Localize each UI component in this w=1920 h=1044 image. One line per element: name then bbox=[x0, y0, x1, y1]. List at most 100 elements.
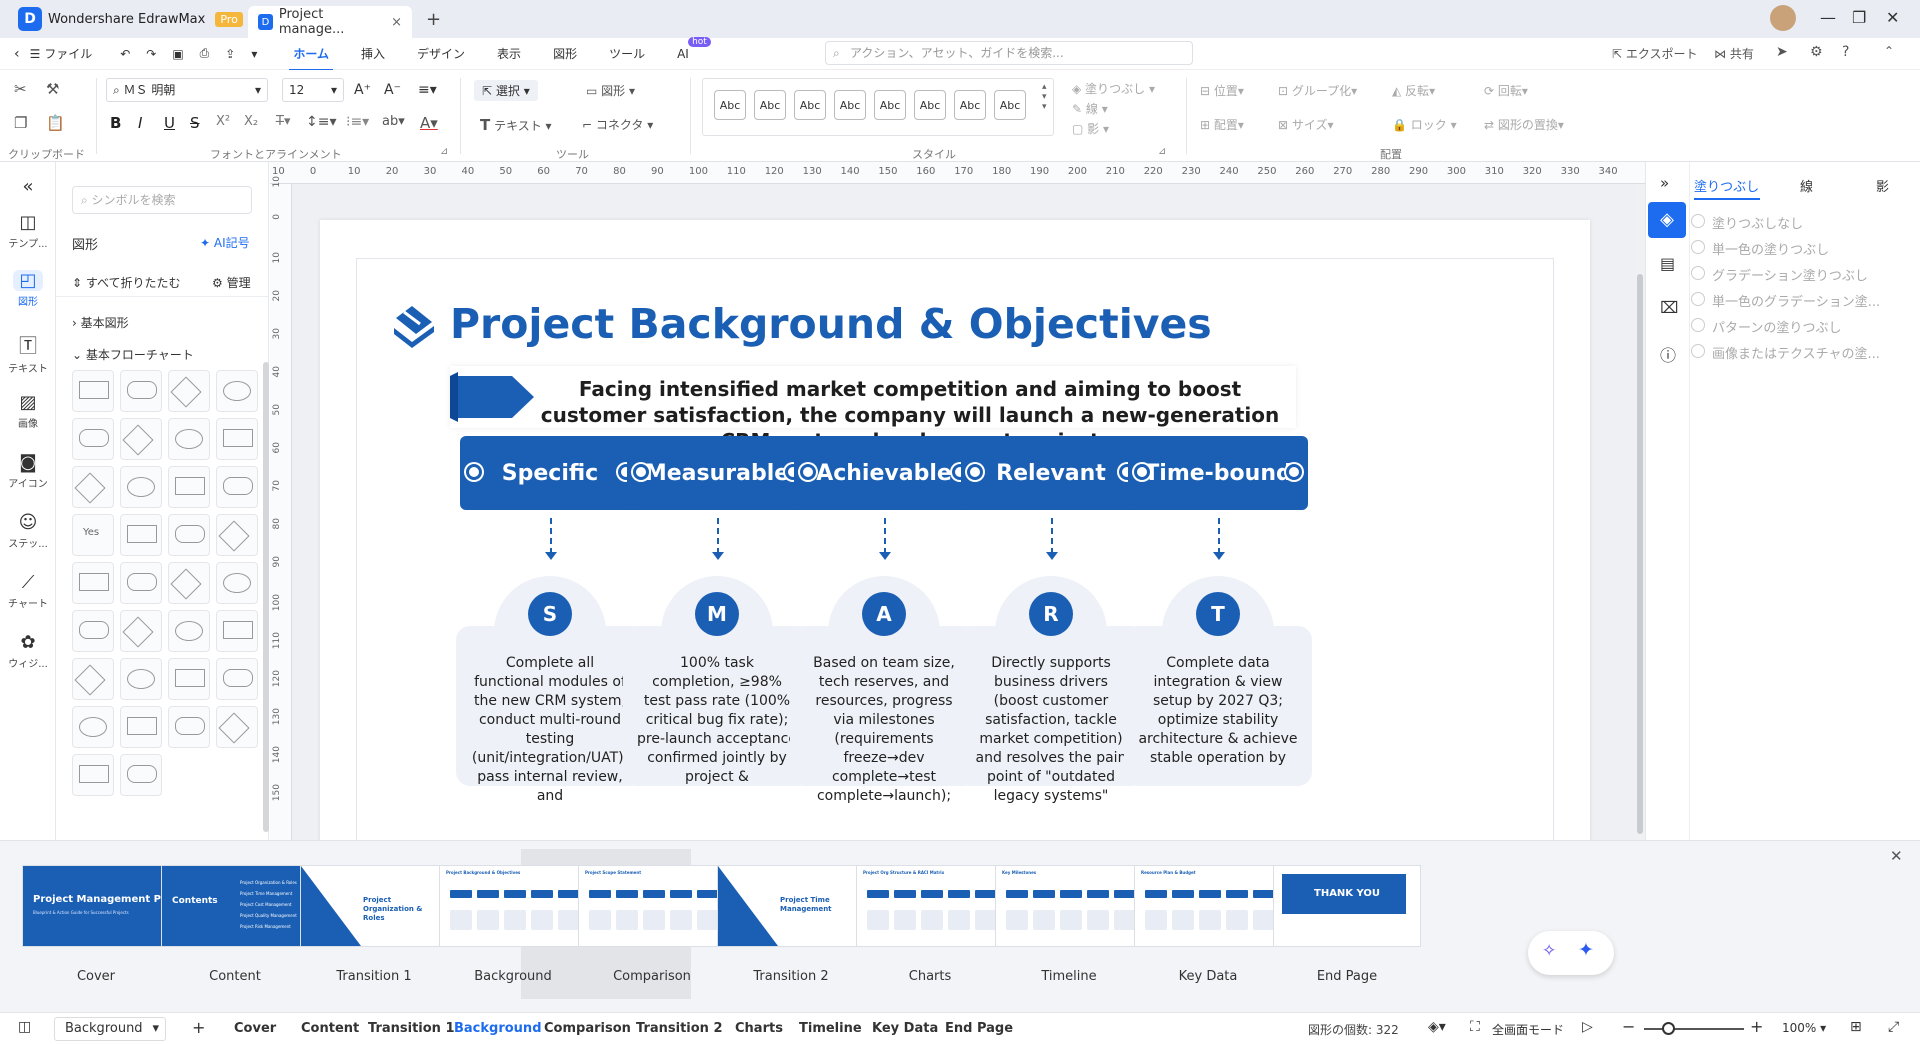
collapse-panel-icon[interactable]: » bbox=[1660, 174, 1669, 192]
document-tab[interactable]: D Project manage... × bbox=[248, 6, 412, 38]
category-basic-flowchart[interactable]: ⌄ 基本フローチャート bbox=[72, 346, 194, 363]
thumbnail-transition-2[interactable]: PART 02 Project Time Management bbox=[717, 865, 865, 947]
tab-line[interactable]: 線 bbox=[1800, 176, 1813, 195]
subscript-icon[interactable]: X₂ bbox=[244, 114, 258, 129]
fill-option-label[interactable]: 単一色の塗りつぶし bbox=[1712, 239, 1829, 258]
share-button[interactable]: ⋈ 共有 bbox=[1714, 45, 1754, 62]
menu-ai[interactable]: AI hot bbox=[661, 36, 711, 61]
panel-scrollbar[interactable] bbox=[263, 362, 269, 832]
thumbnail-comparison[interactable]: Project Scope Statement bbox=[578, 865, 726, 947]
shape-item[interactable] bbox=[72, 562, 114, 604]
fill-option-label[interactable]: グラデーション塗りつぶし bbox=[1712, 265, 1868, 284]
style-option[interactable]: Abc bbox=[994, 90, 1026, 120]
smart-time-bound-button[interactable]: Time-bound bbox=[1128, 436, 1308, 510]
shape-item[interactable] bbox=[216, 610, 258, 652]
export-small-icon[interactable]: ⇪ bbox=[217, 47, 243, 61]
font-size-select[interactable]: 12 ▾ bbox=[282, 78, 344, 102]
add-page-icon[interactable]: + bbox=[192, 1018, 205, 1037]
text-tool[interactable]: T テキスト ▾ bbox=[480, 116, 552, 134]
shape-item[interactable] bbox=[168, 466, 210, 508]
style-dialog-icon[interactable]: ⊿ bbox=[1158, 146, 1166, 157]
align-text-icon[interactable]: ≡▾ bbox=[418, 82, 437, 98]
canvas-area[interactable]: 10 0 10 20 30 40 50 60 70 80 90 100 110 120 130 140 150 1… bbox=[270, 162, 1645, 840]
canvas-scrollbar[interactable] bbox=[1636, 184, 1645, 840]
line-spacing-icon[interactable]: ↕≡▾ bbox=[306, 114, 337, 130]
shape-item[interactable] bbox=[72, 466, 114, 508]
shape-item[interactable] bbox=[72, 706, 114, 748]
back-icon[interactable]: ‹ bbox=[0, 46, 30, 62]
sidebar-item-shapes[interactable]: ◰ 図形 bbox=[0, 270, 56, 308]
shape-item[interactable] bbox=[120, 418, 162, 460]
page-tab[interactable]: Transition 1 bbox=[368, 1021, 455, 1036]
paste-icon[interactable]: 📋 bbox=[46, 114, 65, 132]
page-tab[interactable]: Comparison bbox=[544, 1021, 631, 1036]
search-input[interactable]: ⌕ アクション、アセット、ガイドを検索... bbox=[825, 41, 1193, 65]
smart-description-card[interactable]: Complete data integration & view setup b… bbox=[1124, 626, 1312, 786]
menu-home[interactable]: ホーム bbox=[277, 45, 345, 71]
category-basic-shapes[interactable]: › 基本図形 bbox=[72, 314, 129, 331]
shape-item[interactable] bbox=[120, 562, 162, 604]
decrease-font-icon[interactable]: A⁻ bbox=[384, 82, 401, 98]
page-tab[interactable]: Transition 2 bbox=[636, 1021, 723, 1036]
shape-item[interactable] bbox=[120, 610, 162, 652]
collapse-all-button[interactable]: ⇕ すべて折りたたむ bbox=[72, 274, 181, 291]
style-option[interactable]: Abc bbox=[874, 90, 906, 120]
page-tab[interactable]: Content bbox=[301, 1021, 359, 1036]
underline-icon[interactable]: U bbox=[164, 114, 175, 132]
minimize-icon[interactable]: — bbox=[1820, 8, 1836, 27]
avatar[interactable] bbox=[1770, 5, 1796, 31]
page-tab[interactable]: Timeline bbox=[799, 1021, 862, 1036]
sidebar-item-text[interactable]: 🅃 テキスト bbox=[0, 332, 56, 375]
dialog-launcher-icon[interactable]: ⊿ bbox=[440, 146, 448, 157]
menu-design[interactable]: デザイン bbox=[401, 45, 481, 62]
shape-item[interactable] bbox=[216, 706, 258, 748]
restore-icon[interactable]: ❐ bbox=[1852, 8, 1866, 27]
style-option[interactable]: Abc bbox=[794, 90, 826, 120]
style-option[interactable]: Abc bbox=[754, 90, 786, 120]
increase-font-icon[interactable]: A⁺ bbox=[354, 82, 371, 98]
shadow-button[interactable]: ▢ 影 ▾ bbox=[1072, 120, 1109, 137]
thumbnail-end-page[interactable]: THANK YOU bbox=[1273, 865, 1421, 947]
save-icon[interactable]: ▣ bbox=[164, 47, 191, 61]
copy-icon[interactable]: ❐ bbox=[14, 114, 27, 132]
slide-page[interactable]: Project Background & Objectives Facing i… bbox=[320, 220, 1590, 840]
style-option[interactable]: Abc bbox=[714, 90, 746, 120]
shape-item[interactable]: Yes bbox=[72, 514, 114, 556]
thumbnail-transition-1[interactable]: PART 01 Project Organization & Roles bbox=[300, 865, 448, 947]
more-icon[interactable]: ▾ bbox=[243, 47, 277, 61]
zoom-out-icon[interactable]: − bbox=[1622, 1017, 1635, 1036]
smart-description-card[interactable]: Directly supports business drivers (boos… bbox=[957, 626, 1145, 804]
shape-item[interactable] bbox=[168, 658, 210, 700]
font-color-icon[interactable]: A▾ bbox=[420, 114, 438, 132]
shape-item[interactable] bbox=[120, 754, 162, 796]
shape-item[interactable] bbox=[216, 562, 258, 604]
fill-option-label[interactable]: 画像またはテクスチャの塗... bbox=[1712, 343, 1880, 362]
tab-fill[interactable]: 塗りつぶし bbox=[1694, 176, 1759, 195]
fill-option-label[interactable]: パターンの塗りつぶし bbox=[1712, 317, 1841, 336]
size-button[interactable]: ⊠ サイズ▾ bbox=[1278, 116, 1334, 133]
clear-format-icon[interactable]: T̶▾ bbox=[276, 114, 290, 129]
text-highlight-icon[interactable]: ab▾ bbox=[382, 114, 405, 129]
fill-option-radio[interactable] bbox=[1691, 318, 1705, 332]
ai-symbol-button[interactable]: ✦ AI記号 bbox=[200, 234, 250, 251]
help-circle-icon[interactable]: ⓘ bbox=[1660, 342, 1676, 366]
page-tab[interactable]: Background bbox=[454, 1021, 542, 1036]
symbol-search-input[interactable]: ⌕ シンボルを検索 bbox=[72, 186, 252, 214]
shape-item[interactable] bbox=[168, 610, 210, 652]
strikethrough-icon[interactable]: S bbox=[190, 114, 200, 132]
position-button[interactable]: ⊟ 位置▾ bbox=[1200, 82, 1244, 99]
shape-item[interactable] bbox=[168, 706, 210, 748]
page-select[interactable]: Background ▾ bbox=[54, 1017, 166, 1041]
fill-option-radio[interactable] bbox=[1691, 344, 1705, 358]
menu-shape[interactable]: 図形 bbox=[537, 45, 593, 62]
cut-icon[interactable]: ✂ bbox=[14, 80, 27, 98]
thumbnail-background[interactable]: Project Background & Objectives bbox=[439, 865, 587, 947]
select-tool[interactable]: ⇱ 選択 ▾ bbox=[474, 80, 538, 101]
close-window-icon[interactable]: ✕ bbox=[1886, 8, 1899, 27]
collapse-sidebar-icon[interactable]: « bbox=[0, 176, 56, 199]
page-tab[interactable]: End Page bbox=[945, 1021, 1013, 1036]
bold-icon[interactable]: B bbox=[110, 114, 121, 132]
zoom-in-icon[interactable]: + bbox=[1750, 1017, 1763, 1036]
manage-button[interactable]: ⚙ 管理 bbox=[212, 274, 251, 291]
ai-sparkle-icon[interactable]: ✦ bbox=[1578, 939, 1594, 961]
